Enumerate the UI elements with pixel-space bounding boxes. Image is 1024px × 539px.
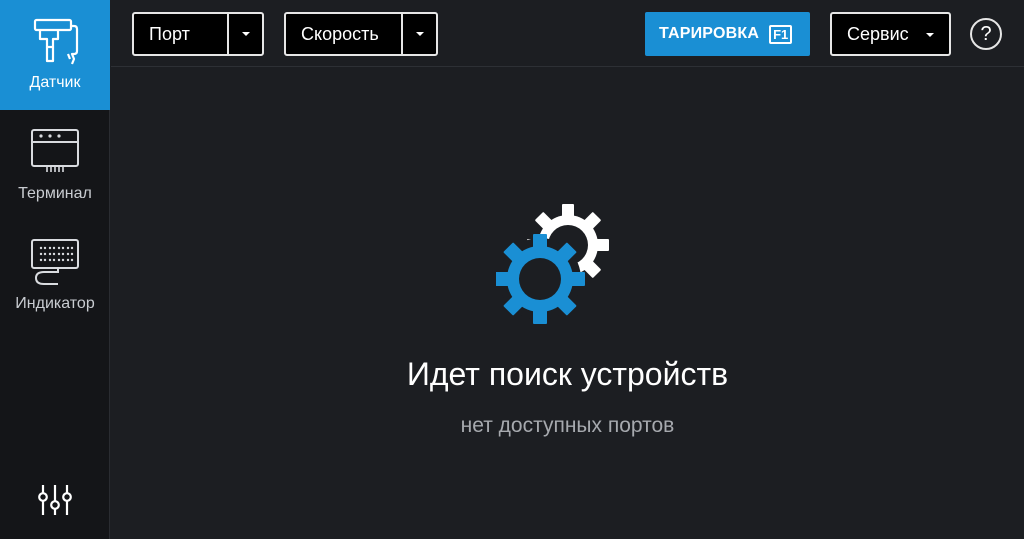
help-button[interactable]: ? — [970, 18, 1002, 50]
sidebar-item-label: Индикатор — [15, 295, 95, 312]
sensor-icon — [28, 16, 82, 68]
service-dropdown-label: Сервис — [847, 23, 909, 44]
indicator-icon — [28, 236, 82, 288]
service-dropdown[interactable]: Сервис — [830, 12, 951, 56]
sidebar: Датчик Терминал Индикатор — [0, 0, 110, 539]
sidebar-item-sensor[interactable]: Датчик — [0, 0, 110, 110]
question-icon: ? — [980, 22, 992, 45]
port-dropdown-toggle[interactable] — [227, 14, 262, 54]
sidebar-item-indicator[interactable]: Индикатор — [0, 220, 110, 330]
gears-icon — [495, 200, 618, 325]
calibration-hotkey-badge: F1 — [769, 24, 793, 44]
sidebar-item-label: Датчик — [29, 74, 81, 91]
calibration-button[interactable]: ТАРИРОВКА F1 — [645, 12, 810, 56]
terminal-icon — [28, 126, 82, 178]
speed-dropdown-toggle[interactable] — [401, 14, 436, 54]
sidebar-item-label: Терминал — [18, 185, 92, 202]
chevron-down-icon — [415, 32, 424, 36]
app-window: Датчик Терминал Индикатор Порт Скорость … — [0, 0, 1024, 539]
calibration-button-label: ТАРИРОВКА — [659, 25, 760, 42]
port-dropdown[interactable]: Порт — [132, 12, 264, 56]
chevron-down-icon — [241, 32, 250, 36]
sliders-icon[interactable] — [36, 483, 74, 517]
port-dropdown-label: Порт — [149, 23, 190, 44]
chevron-down-icon — [926, 33, 934, 37]
search-status-subtitle: нет доступных портов — [460, 414, 675, 437]
search-status-title: Идет поиск устройств — [406, 356, 729, 392]
sidebar-item-terminal[interactable]: Терминал — [0, 110, 110, 220]
toolbar: Порт Скорость ТАРИРОВКА F1 Сервис ? — [111, 0, 1024, 67]
speed-dropdown[interactable]: Скорость — [284, 12, 438, 56]
speed-dropdown-label: Скорость — [301, 23, 379, 44]
